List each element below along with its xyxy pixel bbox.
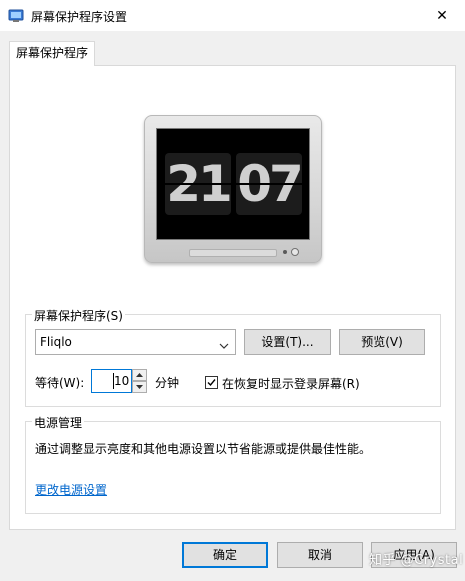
watermark: 知乎 @Crystal xyxy=(369,553,464,568)
clock-minute-digit: 07 xyxy=(236,153,304,215)
arrow-down-icon xyxy=(136,385,143,389)
preview-button[interactable]: 预览(V) xyxy=(339,329,425,355)
checkmark-icon xyxy=(207,379,216,387)
preview-screen: 21 07 xyxy=(156,128,310,240)
close-icon: ✕ xyxy=(436,7,448,24)
chevron-down-icon xyxy=(219,338,229,352)
monitor-preview: 21 07 xyxy=(144,115,322,263)
spin-up-button[interactable] xyxy=(132,369,147,381)
power-group: 电源管理 xyxy=(25,414,441,514)
screensaver-group-legend: 屏幕保护程序(S) xyxy=(32,307,125,324)
screensaver-group: 屏幕保护程序(S) xyxy=(25,307,441,407)
resume-checkbox[interactable] xyxy=(205,376,218,389)
cancel-button[interactable]: 取消 xyxy=(277,542,363,568)
arrow-up-icon xyxy=(136,373,143,377)
screensaver-select[interactable]: Fliqlo xyxy=(35,329,236,355)
window-title: 屏幕保护程序设置 xyxy=(31,10,128,24)
spin-down-button[interactable] xyxy=(132,381,147,393)
ok-button[interactable]: 确定 xyxy=(182,542,268,568)
clock-hour-digit: 21 xyxy=(165,153,233,215)
power-group-legend: 电源管理 xyxy=(32,414,85,431)
screensaver-select-value: Fliqlo xyxy=(40,335,72,349)
wait-unit-label: 分钟 xyxy=(155,376,180,390)
tab-screensaver[interactable]: 屏幕保护程序 xyxy=(9,41,95,66)
close-button[interactable]: ✕ xyxy=(419,0,465,31)
title-bar: 屏幕保护程序设置 ✕ xyxy=(0,0,465,31)
resume-label[interactable]: 在恢复时显示登录屏幕(R) xyxy=(222,375,360,392)
power-description: 通过调整显示亮度和其他电源设置以节省能源或提供最佳性能。 xyxy=(35,442,372,456)
settings-button[interactable]: 设置(T)... xyxy=(244,329,331,355)
change-power-settings-link[interactable]: 更改电源设置 xyxy=(35,481,107,498)
monitor-slot xyxy=(189,249,277,257)
wait-minutes-value: 10 xyxy=(114,374,130,388)
wait-label: 等待(W): xyxy=(35,376,85,390)
wait-minutes-input[interactable]: 10 xyxy=(91,369,132,393)
monitor-power-icon xyxy=(291,248,299,256)
monitor-led-icon xyxy=(283,250,287,254)
screensaver-app-icon xyxy=(8,8,24,24)
